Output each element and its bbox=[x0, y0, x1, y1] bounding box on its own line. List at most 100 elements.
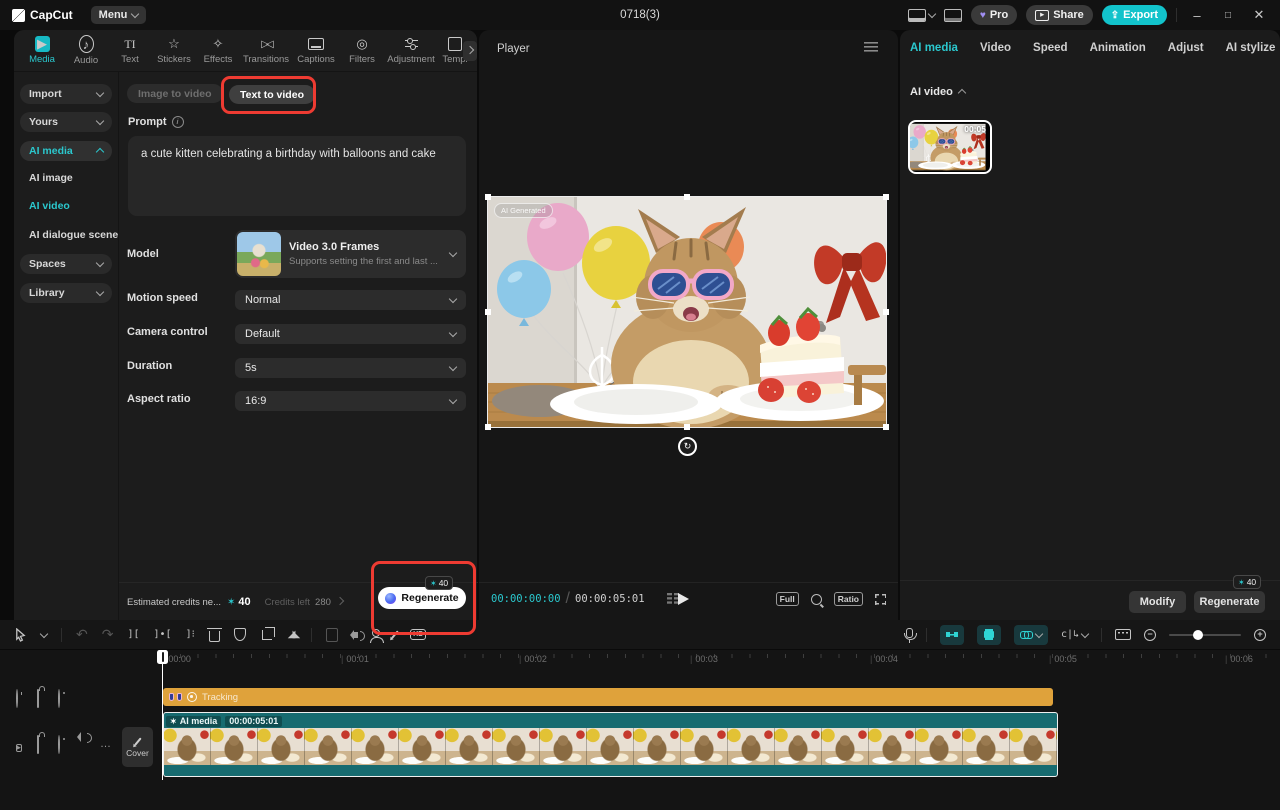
player-menu-icon[interactable] bbox=[864, 42, 878, 52]
delete-left-button[interactable]: ]•[ bbox=[154, 627, 172, 643]
pro-button[interactable]: ♥ Pro bbox=[971, 5, 1017, 25]
sidebar-item-ai-media[interactable]: AI media bbox=[20, 141, 112, 161]
chevron-down-icon[interactable] bbox=[40, 629, 48, 637]
export-button[interactable]: ⇪ Export bbox=[1102, 5, 1167, 25]
ai-video-section-header[interactable]: AI video bbox=[910, 86, 965, 98]
sidebar-item-ai-image[interactable]: AI image bbox=[29, 172, 73, 184]
fit-timeline-button[interactable] bbox=[1115, 627, 1131, 643]
undo-button[interactable]: ↶ bbox=[76, 627, 88, 643]
tab-image-to-video[interactable]: Image to video bbox=[127, 84, 223, 103]
frame-view-icon[interactable] bbox=[667, 593, 679, 605]
resize-handle[interactable] bbox=[883, 194, 889, 200]
layout-toggle-button[interactable] bbox=[908, 9, 935, 22]
snap-toggle-button[interactable] bbox=[940, 625, 964, 645]
close-button[interactable]: ✕ bbox=[1248, 7, 1270, 23]
delete-right-button[interactable]: ]⁝ bbox=[186, 627, 195, 643]
rotate-handle[interactable]: ↻ bbox=[678, 437, 697, 456]
resize-handle[interactable] bbox=[684, 424, 690, 430]
split-button[interactable]: ][ bbox=[127, 627, 139, 643]
aspect-ratio-select[interactable]: 16:9 bbox=[235, 391, 466, 411]
sidebar-item-library[interactable]: Library bbox=[20, 283, 112, 303]
tab-ai-media[interactable]: AI media bbox=[910, 42, 958, 54]
tab-media[interactable]: ▶Media bbox=[20, 36, 64, 65]
motion-speed-select[interactable]: Normal bbox=[235, 290, 466, 310]
ratio-button[interactable]: Ratio bbox=[834, 592, 863, 606]
tab-adjustment[interactable]: Adjustment bbox=[384, 36, 438, 65]
track-duration-toggle[interactable] bbox=[16, 690, 18, 708]
menu-button[interactable]: Menu bbox=[91, 6, 147, 24]
split-view-button[interactable]: c|↳ bbox=[1061, 627, 1088, 643]
fullscreen-icon[interactable] bbox=[875, 594, 886, 605]
camera-control-select[interactable]: Default bbox=[235, 324, 466, 344]
sidebar-item-import[interactable]: Import bbox=[20, 84, 112, 104]
cover-button[interactable]: Cover bbox=[122, 727, 153, 767]
extract-audio-button[interactable] bbox=[352, 627, 358, 643]
sidebar-item-ai-video[interactable]: AI video bbox=[29, 200, 70, 212]
share-button[interactable]: ▶ Share bbox=[1026, 5, 1093, 25]
resize-handle[interactable] bbox=[485, 424, 491, 430]
tracking-track-clip[interactable]: Tracking bbox=[163, 688, 1053, 706]
track-visibility-toggle[interactable] bbox=[58, 690, 60, 708]
main-track-more-button[interactable]: … bbox=[100, 738, 112, 750]
timeline-ruler[interactable]: |00:00 |00:01 |00:02 |00:03 |00:04 |00:0… bbox=[0, 650, 1280, 670]
playhead[interactable] bbox=[157, 650, 168, 664]
sidebar-item-yours[interactable]: Yours bbox=[20, 112, 112, 132]
select-tool-button[interactable] bbox=[14, 627, 27, 643]
mirror-button[interactable]: ◢◣ bbox=[288, 627, 297, 643]
record-voiceover-button[interactable] bbox=[906, 627, 913, 643]
tab-adjust[interactable]: Adjust bbox=[1168, 42, 1204, 54]
prompt-input[interactable]: a cute kitten celebrating a birthday wit… bbox=[128, 136, 466, 216]
tab-speed[interactable]: Speed bbox=[1033, 42, 1068, 54]
crop-button[interactable] bbox=[260, 627, 274, 643]
tab-captions[interactable]: Captions bbox=[292, 36, 340, 65]
resize-handle[interactable] bbox=[485, 194, 491, 200]
delete-button[interactable] bbox=[209, 627, 220, 643]
duration-select[interactable]: 5s bbox=[235, 358, 466, 378]
preview-collision-button[interactable] bbox=[977, 625, 1001, 645]
ribbon-more-button[interactable] bbox=[463, 41, 477, 61]
zoom-out-button[interactable]: − bbox=[1144, 629, 1156, 641]
preview-zoom-icon[interactable] bbox=[811, 594, 822, 605]
hd-button[interactable]: HD bbox=[410, 627, 426, 643]
resize-handle[interactable] bbox=[684, 194, 690, 200]
mark-button[interactable] bbox=[234, 627, 246, 643]
modify-button[interactable]: Modify bbox=[1129, 591, 1186, 613]
main-track-mute-toggle[interactable] bbox=[79, 734, 81, 752]
subtitle-view-button[interactable] bbox=[944, 9, 962, 22]
track-lock-toggle[interactable] bbox=[37, 690, 39, 708]
redo-button[interactable]: ↷ bbox=[102, 627, 114, 643]
timeline-zoom-slider[interactable] bbox=[1169, 634, 1241, 636]
resize-handle[interactable] bbox=[485, 309, 491, 315]
ai-video-thumbnail[interactable]: 00:05 bbox=[908, 120, 992, 174]
video-preview[interactable]: AI Generated bbox=[488, 197, 886, 427]
tab-audio[interactable]: ♪Audio bbox=[64, 35, 108, 66]
tab-stickers[interactable]: ☆Stickers bbox=[152, 36, 196, 65]
sidebar-item-spaces[interactable]: Spaces bbox=[20, 254, 112, 274]
magic-edit-button[interactable] bbox=[394, 627, 396, 643]
main-track-lock-toggle[interactable] bbox=[37, 736, 39, 754]
maximize-button[interactable]: □ bbox=[1217, 10, 1239, 21]
slider-thumb[interactable] bbox=[1193, 630, 1203, 640]
sidebar-item-ai-dialogue-scene[interactable]: AI dialogue scene bbox=[29, 229, 118, 241]
tab-text[interactable]: TIText bbox=[108, 36, 152, 65]
character-button[interactable] bbox=[372, 627, 380, 643]
resize-handle[interactable] bbox=[883, 424, 889, 430]
play-button[interactable] bbox=[678, 593, 689, 605]
tab-effects[interactable]: ✧Effects bbox=[196, 36, 240, 65]
main-track-visibility-toggle[interactable] bbox=[58, 736, 60, 754]
zoom-in-button[interactable]: + bbox=[1254, 629, 1266, 641]
tab-text-to-video[interactable]: Text to video bbox=[229, 85, 315, 104]
regenerate-button[interactable]: Regenerate bbox=[378, 587, 466, 609]
link-toggle-button[interactable] bbox=[1014, 625, 1048, 645]
model-select[interactable]: Video 3.0 Frames Supports setting the fi… bbox=[235, 230, 466, 278]
resize-handle[interactable] bbox=[883, 309, 889, 315]
ai-media-clip[interactable]: ✶AI media 00:00:05:01 bbox=[163, 712, 1058, 777]
tab-video[interactable]: Video bbox=[980, 42, 1011, 54]
tab-ai-stylize[interactable]: AI stylize bbox=[1226, 42, 1276, 54]
tab-animation[interactable]: Animation bbox=[1090, 42, 1146, 54]
tab-filters[interactable]: ◎Filters bbox=[340, 36, 384, 65]
extract-frame-button[interactable] bbox=[326, 627, 338, 643]
regenerate-button[interactable]: Regenerate bbox=[1194, 591, 1265, 613]
minimize-button[interactable]: – bbox=[1186, 8, 1208, 23]
tab-transitions[interactable]: ▷◁Transitions bbox=[240, 36, 292, 65]
